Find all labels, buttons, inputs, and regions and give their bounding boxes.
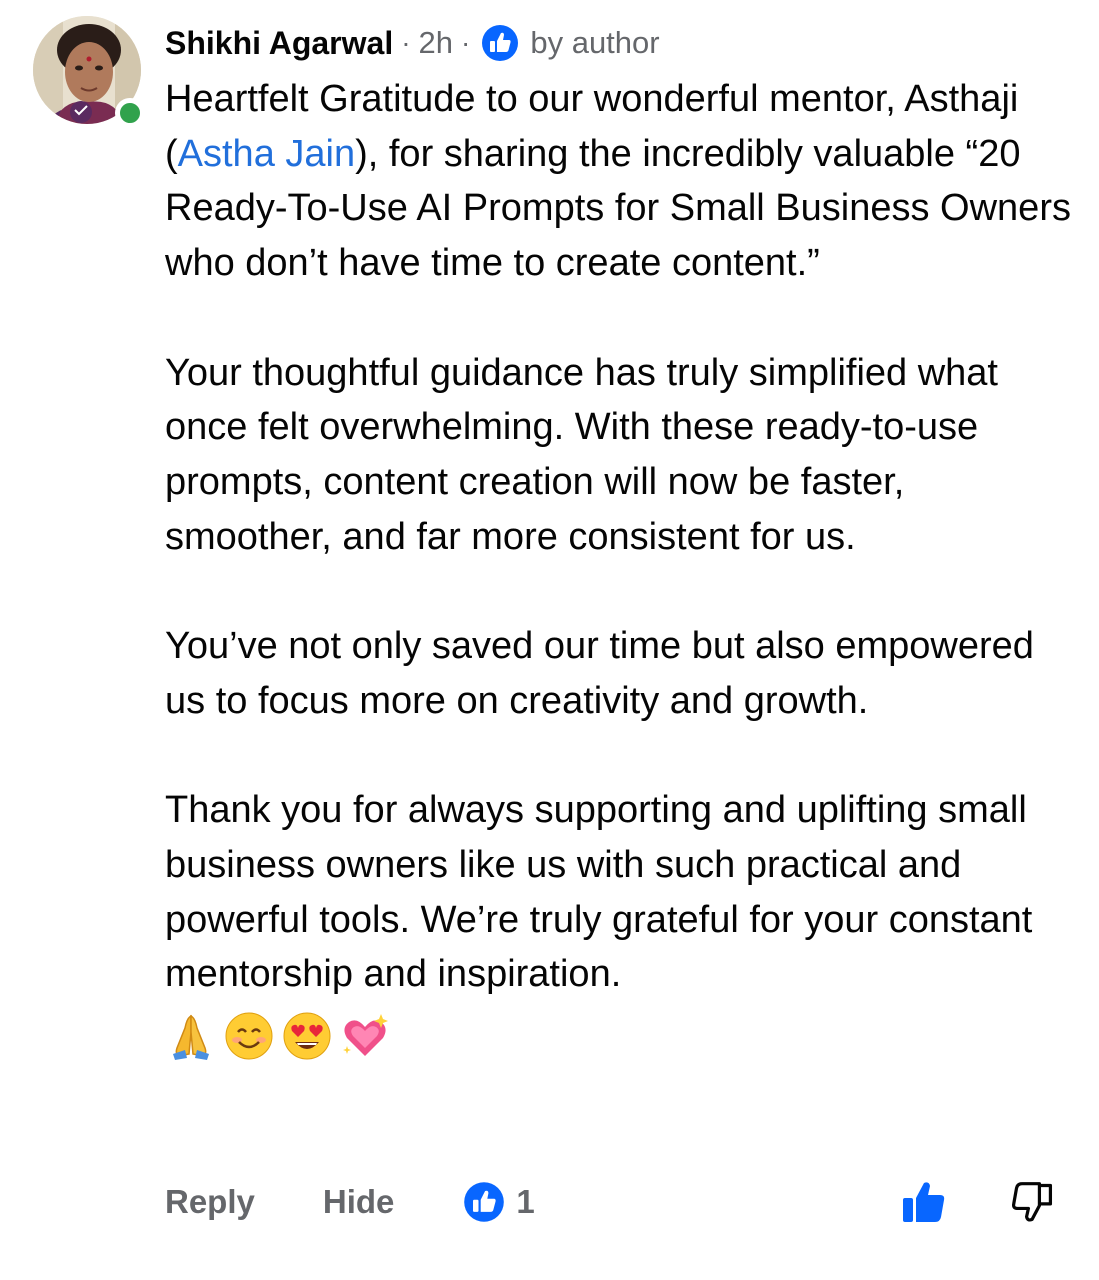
online-status-indicator: [115, 98, 145, 128]
comment-paragraph: Thank you for always supporting and upli…: [165, 783, 1075, 1002]
comment: Shikhi Agarwal · 2h · by author Heartfel…: [0, 0, 1099, 1280]
paragraph-text: You’ve not only saved our time but also …: [165, 625, 1034, 722]
timestamp[interactable]: 2h: [419, 18, 453, 68]
comment-paragraph: Your thoughtful guidance has truly simpl…: [165, 346, 1075, 565]
like-reaction-icon: [462, 1180, 506, 1224]
thumbs-up-icon: [480, 23, 520, 63]
comment-content: Shikhi Agarwal · 2h · by author Heartfel…: [165, 18, 1075, 1064]
header-separator: ·: [461, 27, 471, 58]
sparkling-heart-emoji: [339, 1010, 391, 1062]
avatar-container[interactable]: [33, 16, 145, 128]
thumbs-up-icon[interactable]: [899, 1178, 947, 1226]
heart-eyes-emoji: [281, 1010, 333, 1062]
emoji-row: [165, 1008, 1075, 1064]
paragraph-text: Thank you for always supporting and upli…: [165, 789, 1033, 996]
hide-button[interactable]: Hide: [323, 1183, 395, 1221]
smiling-face-emoji: [223, 1010, 275, 1062]
by-author-badge: by author: [530, 25, 660, 60]
folded-hands-emoji: [165, 1010, 217, 1062]
comment-header: Shikhi Agarwal · 2h · by author: [165, 18, 1075, 68]
comment-body: Heartfelt Gratitude to our wonderful men…: [165, 72, 1075, 1002]
thumbs-down-icon[interactable]: [1011, 1180, 1055, 1224]
comment-actions: Reply Hide 1: [165, 1172, 1055, 1232]
reply-button[interactable]: Reply: [165, 1183, 255, 1221]
author-name[interactable]: Shikhi Agarwal: [165, 18, 393, 68]
reaction-count-label: 1: [516, 1183, 535, 1220]
paragraph-text: Your thoughtful guidance has truly simpl…: [165, 351, 998, 558]
header-separator: ·: [401, 27, 411, 58]
mention-link[interactable]: Astha Jain: [178, 133, 355, 175]
reaction-summary[interactable]: 1: [462, 1180, 535, 1224]
comment-paragraph: You’ve not only saved our time but also …: [165, 619, 1075, 728]
comment-paragraph: Heartfelt Gratitude to our wonderful men…: [165, 72, 1075, 291]
